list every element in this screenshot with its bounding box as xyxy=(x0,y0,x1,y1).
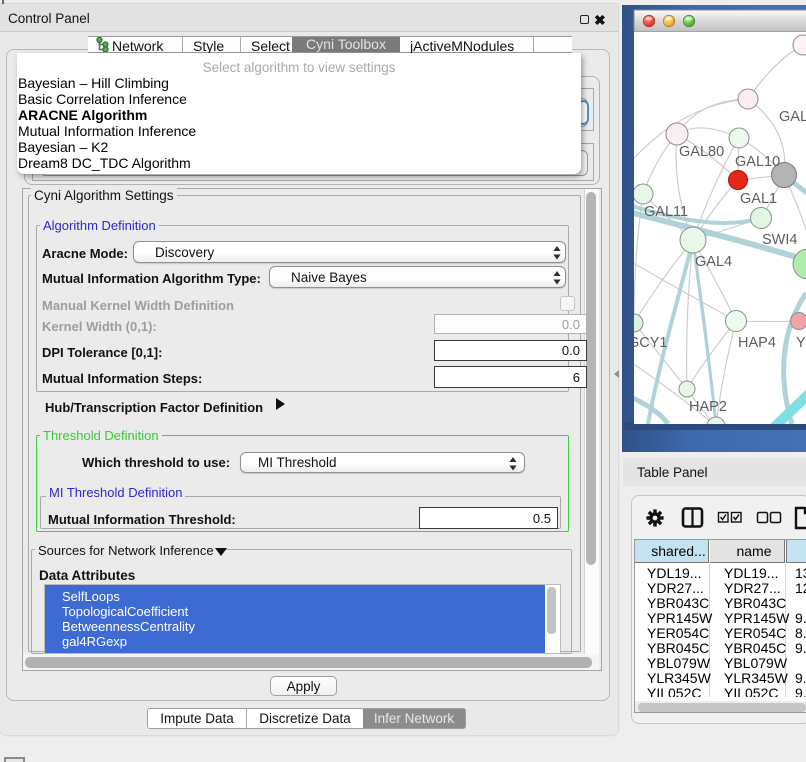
svg-text:GAL1: GAL1 xyxy=(740,191,777,207)
svg-text:GAL7: GAL7 xyxy=(779,109,806,125)
svg-text:GAL10: GAL10 xyxy=(735,154,780,170)
svg-text:SWI4: SWI4 xyxy=(762,232,797,248)
svg-text:GAL11: GAL11 xyxy=(644,204,688,220)
svg-text:HAP2: HAP2 xyxy=(689,399,727,415)
svg-text:GAL4: GAL4 xyxy=(695,254,732,270)
svg-text:Y: Y xyxy=(796,335,806,351)
svg-text:GAL80: GAL80 xyxy=(679,144,724,160)
svg-text:HAP4: HAP4 xyxy=(738,335,776,351)
